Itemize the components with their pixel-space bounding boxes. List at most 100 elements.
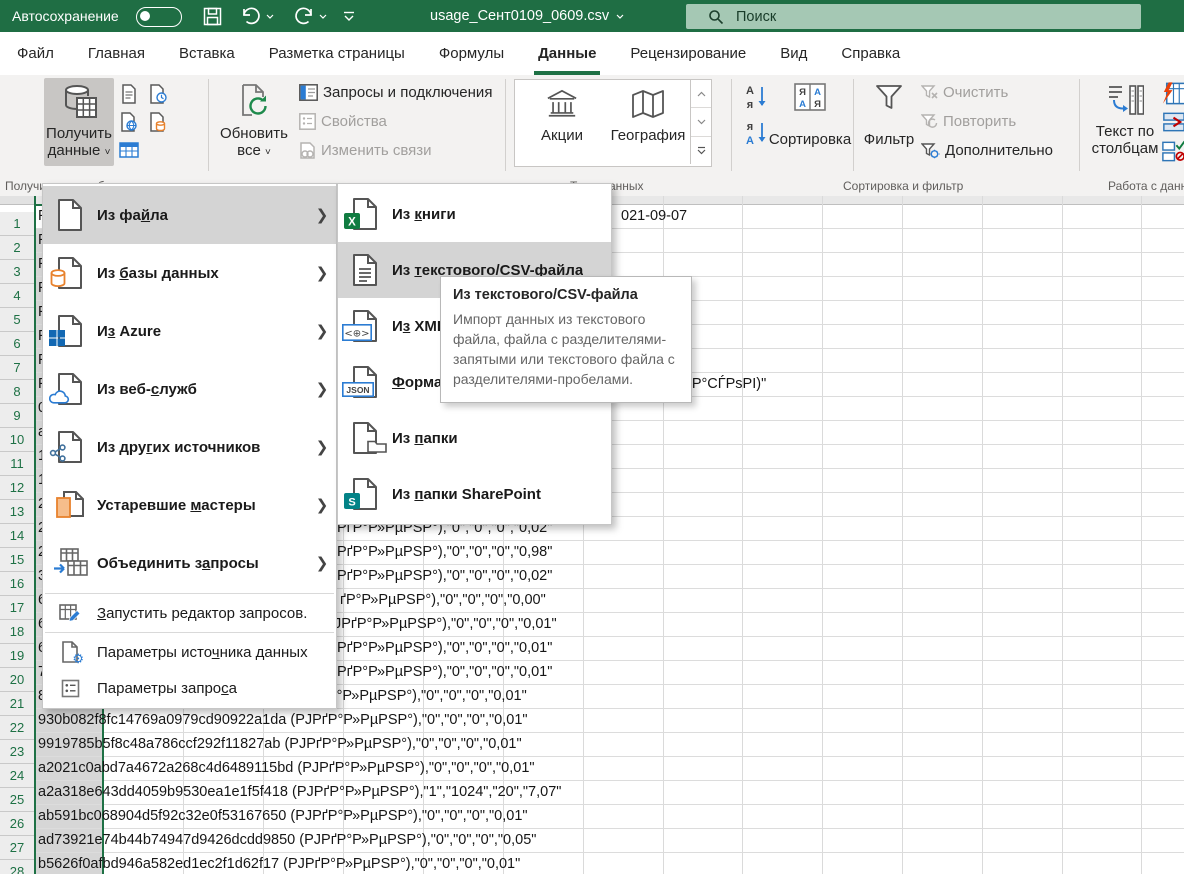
grid-row[interactable]: ab591bc068904d5f92c32e0f53167650 (РЈРґР°… xyxy=(0,804,1184,828)
tab-help[interactable]: Справка xyxy=(824,32,917,75)
menu-item-from-online-services[interactable]: Из веб-служб ❯ xyxy=(43,360,336,418)
grid-row[interactable]: a2021c0abd7a4672a268c4d6489115bd (РЈРґР°… xyxy=(0,756,1184,780)
cell-text: ab591bc068904d5f92c32e0f53167650 (РЈРґР°… xyxy=(38,804,528,828)
gallery-up-button[interactable] xyxy=(691,80,711,108)
cell-text: ЈРґР°Р»РµРЅР°),"0","0","0","0,01" xyxy=(334,612,557,636)
remove-duplicates-button[interactable] xyxy=(1160,109,1184,135)
chevron-up-icon xyxy=(697,91,706,97)
column-letter[interactable]: L xyxy=(938,196,944,203)
recent-sources-button[interactable] xyxy=(145,81,171,107)
grid-row[interactable]: 930b082f8fc14769a0979cd90922a1da (РЈРґР°… xyxy=(0,708,1184,732)
menu-item-from-azure[interactable]: Из Azure ❯ xyxy=(43,302,336,360)
queries-connections-button[interactable]: Запросы и подключения xyxy=(299,84,492,101)
edit-links-button[interactable]: Изменить связи xyxy=(299,142,432,159)
submenu-item-from-folder[interactable]: Из папки xyxy=(338,410,611,466)
text-csv-file-icon xyxy=(350,253,380,287)
clear-filter-button[interactable]: Очистить xyxy=(921,84,1008,101)
reapply-filter-button[interactable]: Повторить xyxy=(921,113,1016,130)
grid-row[interactable]: 9919785b5f8c48a786ccf292f11827ab (РЈРґР°… xyxy=(0,732,1184,756)
divider xyxy=(731,79,732,171)
group-label-data-tools: Работа с данными xyxy=(1108,179,1184,193)
filter-icon xyxy=(873,83,905,117)
menu-item-from-file[interactable]: Из файла ❯ xyxy=(43,186,336,244)
menu-item-from-other-sources[interactable]: Из других источников ❯ xyxy=(43,418,336,476)
legacy-wizards-icon xyxy=(54,489,86,521)
window-title[interactable]: usage_Сент0109_0609.csv xyxy=(430,0,624,32)
column-letter[interactable]: N xyxy=(1097,196,1105,203)
data-validation-button[interactable] xyxy=(1160,138,1184,164)
menu-item-launch-query-editor[interactable]: Запустить редактор запросов... xyxy=(43,595,336,631)
autosave-toggle[interactable] xyxy=(136,7,182,27)
search-input[interactable]: Поиск xyxy=(686,4,1141,29)
flash-fill-button[interactable] xyxy=(1160,80,1184,106)
azure-file-icon xyxy=(55,314,85,348)
filter-button[interactable]: Фильтр xyxy=(858,78,920,166)
svg-text:Я: Я xyxy=(814,99,821,110)
data-type-geography[interactable]: География xyxy=(607,82,689,162)
gallery-scrollbar xyxy=(690,80,711,164)
sort-descending-button[interactable]: яА xyxy=(741,118,771,148)
tab-page-layout[interactable]: Разметка страницы xyxy=(252,32,422,75)
cell-text: РґР°Р»РµРЅР°),"0","0","0","0,01" xyxy=(337,660,552,684)
tab-file[interactable]: Файл xyxy=(0,32,71,75)
sort-button[interactable]: ЯААЯ Сортировка xyxy=(772,78,848,166)
menu-item-query-options[interactable]: Параметры запроса xyxy=(43,670,336,706)
qat-customize-button[interactable] xyxy=(343,0,355,32)
grid-row[interactable]: a2a318e643dd4059b9530ea1e1f5f418 (РЈРґР°… xyxy=(0,780,1184,804)
from-table-range-button[interactable] xyxy=(116,137,142,163)
column-letter[interactable]: H xyxy=(619,196,627,203)
cell-text: 9919785b5f8c48a786ccf292f11827ab (РЈРґР°… xyxy=(38,732,522,756)
gallery-more-button[interactable] xyxy=(691,137,711,164)
sort-ascending-button[interactable]: Ая xyxy=(741,82,771,112)
folder-file-icon xyxy=(350,421,380,455)
column-letter[interactable]: K xyxy=(858,196,865,203)
column-letter[interactable]: O xyxy=(1177,196,1184,203)
menu-item-data-source-settings[interactable]: ⚙ Параметры источника данных... xyxy=(43,634,336,670)
menu-item-from-database[interactable]: Из базы данных ❯ xyxy=(43,244,336,302)
refresh-all-button[interactable]: Обновить все ˅ xyxy=(214,78,294,166)
column-letter[interactable]: I xyxy=(699,196,702,203)
grid-row[interactable]: b5626f0afbd946a582ed1ec2f1d62f17 (РЈРґР°… xyxy=(0,852,1184,874)
submenu-item-from-workbook[interactable]: X Из книги xyxy=(338,186,611,242)
data-type-stocks[interactable]: Акции xyxy=(521,82,603,162)
from-database-small-button[interactable] xyxy=(145,109,171,135)
svg-text:я: я xyxy=(747,99,753,111)
menu-item-legacy-wizards[interactable]: Устаревшие мастеры ❯ xyxy=(43,476,336,534)
tab-insert[interactable]: Вставка xyxy=(162,32,252,75)
tab-data[interactable]: Данные xyxy=(521,32,613,75)
refresh-all-icon xyxy=(237,83,271,123)
tab-formulas[interactable]: Формулы xyxy=(422,32,521,75)
cell-text: ґР°Р»РµРЅР°),"0","0","0","0,00" xyxy=(340,588,546,612)
share-nodes-file-icon xyxy=(55,430,85,464)
properties-button[interactable]: Свойства xyxy=(299,113,387,130)
tab-review[interactable]: Рецензирование xyxy=(613,32,763,75)
get-data-button[interactable]: Получить данные ˅ xyxy=(44,78,114,166)
map-icon xyxy=(629,88,667,124)
submenu-item-from-sharepoint-folder[interactable]: S Из папки SharePoint xyxy=(338,466,611,522)
from-web-button[interactable] xyxy=(116,109,142,135)
gallery-down-button[interactable] xyxy=(691,108,711,136)
redo-button[interactable] xyxy=(293,0,327,32)
grid-row[interactable]: ad73921e74b44b74947d9426dcdd9850 (РЈРґР°… xyxy=(0,828,1184,852)
ribbon-tabs: Файл Главная Вставка Разметка страницы Ф… xyxy=(0,32,1184,75)
tab-home[interactable]: Главная xyxy=(71,32,162,75)
column-letter[interactable]: M xyxy=(1018,196,1027,203)
undo-button[interactable] xyxy=(240,0,274,32)
ribbon: Получить данные ˅ Обновить все ˅ xyxy=(0,75,1184,197)
text-to-columns-button[interactable]: Текст по столбцам xyxy=(1086,78,1164,166)
menu-separator xyxy=(45,632,334,633)
menu-item-combine-queries[interactable]: Объединить запросы ❯ xyxy=(43,534,336,592)
cell-text: 930b082f8fc14769a0979cd90922a1da (РЈРґР°… xyxy=(38,708,528,732)
from-text-csv-small-button[interactable] xyxy=(116,81,142,107)
column-letter[interactable]: J xyxy=(778,196,784,203)
save-button[interactable] xyxy=(203,0,222,32)
advanced-filter-button[interactable]: Дополнительно xyxy=(921,142,1053,159)
toggle-knob xyxy=(140,11,150,21)
cell-text: РґР°Р»РµРЅР°),"0","0","0","0,98" xyxy=(337,540,552,564)
save-icon xyxy=(203,7,222,26)
query-options-icon xyxy=(61,679,80,698)
flash-fill-icon xyxy=(1160,81,1184,106)
tab-view[interactable]: Вид xyxy=(763,32,824,75)
svg-text:я: я xyxy=(747,121,753,133)
title-bar: Автосохранение usage_Сент0109_0609.csv П… xyxy=(0,0,1184,32)
